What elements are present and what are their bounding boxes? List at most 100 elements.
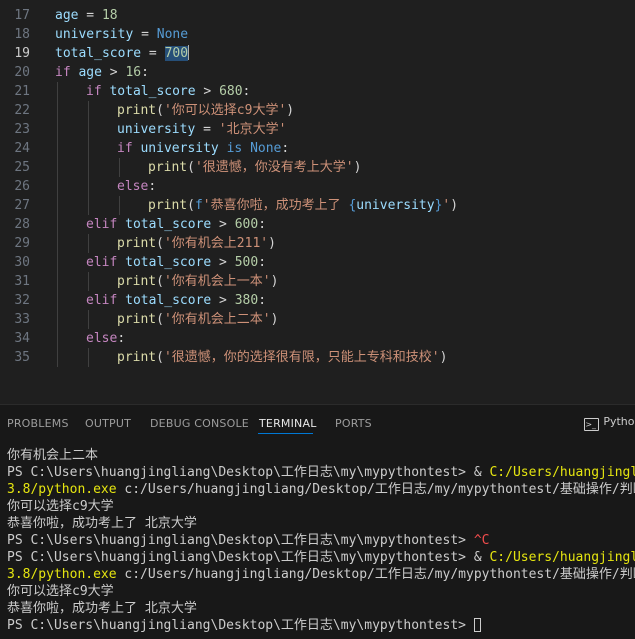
terminal-output[interactable]: 你有机会上二本 PS C:\Users\huangjingliang\Deskto… (7, 447, 635, 634)
terminal-text: PS C:\Users\huangjingliang\Desktop\工作日志\… (7, 618, 474, 633)
code-line[interactable]: 29 print('你有机会上211') (0, 234, 635, 253)
code-line[interactable]: 25 print('很遗憾，你没有考上大学') (0, 158, 635, 177)
line-number: 21 (14, 84, 30, 99)
terminal-profile[interactable]: >_Pythor (584, 415, 635, 431)
code-token: university (140, 141, 219, 156)
code-token: None (250, 141, 282, 156)
code-editor[interactable]: 17 age = 18 18 university = None 19 total_sco… (0, 0, 635, 404)
terminal-line: 你可以选择c9大学 (7, 583, 635, 600)
code-line[interactable]: 30 elif total_score > 500: (0, 253, 635, 272)
indent-guide (57, 139, 58, 158)
tab-problems[interactable]: PROBLEMS (7, 417, 69, 430)
code-token: 700 (164, 46, 189, 61)
line-number: 27 (14, 198, 30, 213)
code-line[interactable]: 34 else: (0, 329, 635, 348)
code-text: print('很遗憾，你没有考上大学') (148, 158, 361, 177)
terminal-text: 你可以选择c9大学 (7, 584, 114, 599)
terminal-line: 恭喜你啦，成功考上了 北京大学 (7, 515, 635, 532)
code-token: else (117, 179, 149, 194)
code-token: : (242, 84, 251, 99)
tab-ports[interactable]: PORTS (335, 417, 372, 430)
terminal-text: c:/Users/huangjingliang/Desktop/工作日志/my/… (116, 482, 635, 497)
code-token: ( (156, 236, 164, 251)
code-line[interactable]: 23 university = '北京大学' (0, 120, 635, 139)
code-text: print('很遗憾，你的选择很有限，只能上专科和技校') (117, 348, 447, 367)
line-number: 17 (14, 8, 30, 23)
indent-guide (57, 253, 58, 272)
code-text: total_score = 700 (55, 44, 190, 63)
code-line[interactable]: 27 print(f'恭喜你啦，成功考上了 {university}') (0, 196, 635, 215)
code-token: age (78, 65, 102, 80)
indent-guide (57, 177, 58, 196)
line-number: 32 (14, 293, 30, 308)
terminal-text: 3.8/python.exe (7, 482, 117, 497)
indent-guide (88, 272, 89, 291)
code-text: else: (117, 177, 156, 196)
indent-guide (88, 101, 89, 120)
line-number: 34 (14, 331, 30, 346)
code-token: : (258, 293, 267, 308)
code-token: '很遗憾，你没有考上大学' (194, 160, 354, 175)
terminal-text: c:/Users/huangjingliang/Desktop/工作日志/my/… (116, 567, 635, 582)
code-line[interactable]: 20 if age > 16: (0, 63, 635, 82)
code-token: 16 (125, 65, 142, 80)
code-token: total_score (125, 217, 212, 232)
code-token: ( (156, 103, 164, 118)
tab-debug-console[interactable]: DEBUG CONSOLE (150, 417, 249, 430)
code-line[interactable]: 32 elif total_score > 380: (0, 291, 635, 310)
code-line[interactable]: 28 elif total_score > 600: (0, 215, 635, 234)
code-line[interactable]: 22 print('你可以选择c9大学') (0, 101, 635, 120)
code-token: ) (286, 103, 295, 118)
indent-guide (57, 310, 58, 329)
code-token: '很遗憾，你的选择很有限，只能上专科和技校' (163, 350, 440, 365)
terminal-cursor (473, 618, 481, 632)
indent-guide (57, 158, 58, 177)
code-line[interactable]: 19 total_score = 700 (0, 44, 635, 63)
code-line[interactable]: 26 else: (0, 177, 635, 196)
terminal-line: PS C:\Users\huangjingliang\Desktop\工作日志\… (7, 617, 635, 634)
indent-guide (88, 348, 89, 367)
code-token: : (258, 217, 267, 232)
code-token: 500 (234, 255, 259, 270)
code-text: print('你有机会上二本') (117, 310, 278, 329)
code-token: print (117, 103, 157, 118)
line-number: 22 (14, 103, 30, 118)
code-line[interactable]: 18 university = None (0, 25, 635, 44)
tab-terminal[interactable]: TERMINAL (259, 417, 317, 430)
line-number: 23 (14, 122, 30, 137)
code-token: elif (86, 255, 118, 270)
code-token: 18 (101, 8, 118, 23)
indent-guide (119, 196, 120, 215)
code-line[interactable]: 17 age = 18 (0, 6, 635, 25)
code-line[interactable]: 21 if total_score > 680: (0, 82, 635, 101)
code-line[interactable]: 31 print('你有机会上一本') (0, 272, 635, 291)
code-token: = (133, 27, 157, 42)
code-token: = (195, 122, 219, 137)
code-token: None (156, 27, 189, 42)
code-token: '恭喜你啦，成功考上了 (202, 198, 349, 213)
indent-guide (88, 196, 89, 215)
code-text: if university is None: (117, 139, 289, 158)
line-number: 26 (14, 179, 30, 194)
terminal-text: 你有机会上二本 (7, 448, 99, 463)
code-token: total_score (125, 255, 212, 270)
code-token: > (101, 65, 126, 80)
code-text: print('你有机会上一本') (117, 272, 278, 291)
code-text: university = None (55, 25, 188, 44)
terminal-line: 你有机会上二本 (7, 447, 635, 464)
code-token: print (148, 198, 188, 213)
indent-guide (57, 101, 58, 120)
code-line[interactable]: 33 print('你有机会上二本') (0, 310, 635, 329)
tab-output[interactable]: OUTPUT (85, 417, 131, 430)
code-token: > (195, 84, 220, 99)
code-token: ( (156, 274, 164, 289)
code-text: elif total_score > 600: (86, 215, 266, 234)
indent-guide (119, 158, 120, 177)
code-line[interactable]: 24 if university is None: (0, 139, 635, 158)
terminal-text: 恭喜你啦，成功考上了 北京大学 (7, 601, 197, 616)
code-line[interactable]: 35 print('很遗憾，你的选择很有限，只能上专科和技校') (0, 348, 635, 367)
